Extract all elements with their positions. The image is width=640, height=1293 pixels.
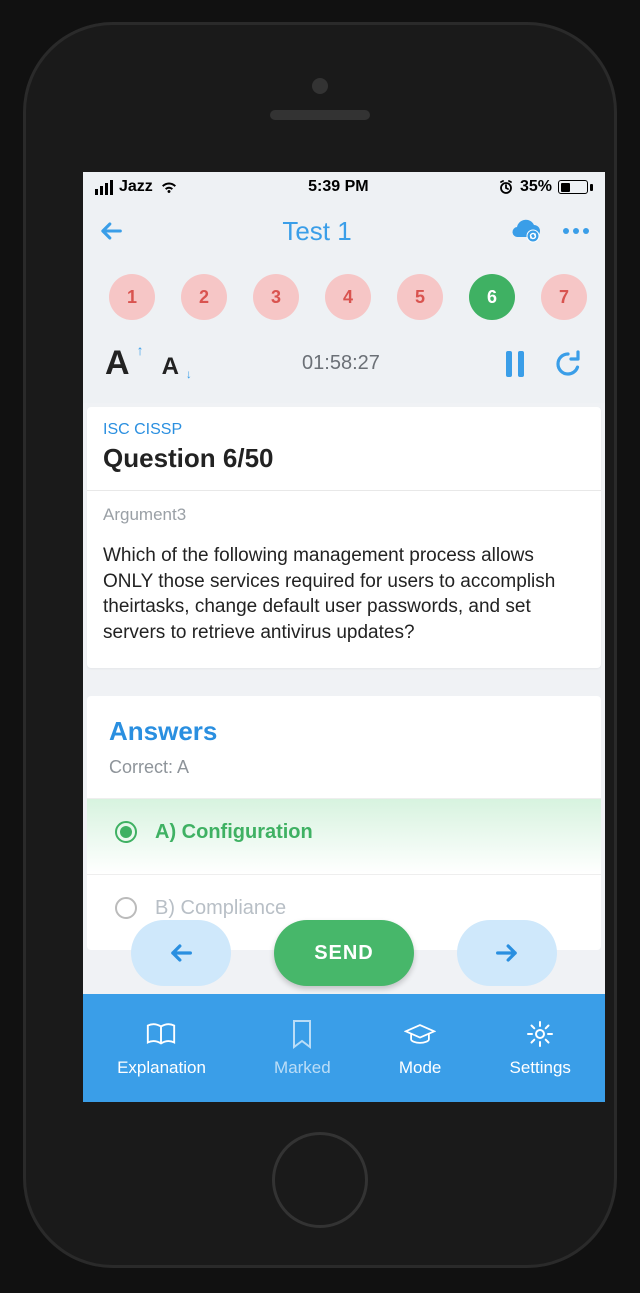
navbar: Test 1 [83, 202, 605, 260]
carrier-label: Jazz [119, 178, 153, 196]
pause-icon [503, 349, 527, 379]
answers-heading: Answers [109, 716, 579, 747]
front-camera [312, 78, 328, 94]
answer-text: B) Compliance [155, 897, 286, 920]
timer-label: 01:58:27 [179, 352, 503, 375]
screen: Jazz 5:39 PM 35% [83, 172, 605, 1102]
device-frame: Jazz 5:39 PM 35% [0, 0, 640, 1293]
course-label: ISC CISSP [103, 421, 585, 439]
question-number-6[interactable]: 6 [469, 274, 515, 320]
restart-button[interactable] [553, 349, 583, 379]
more-horizontal-icon [561, 227, 591, 235]
question-card: ISC CISSP Question 6/50 Argument3 Which … [87, 407, 601, 668]
radio-icon [115, 897, 137, 919]
send-button[interactable]: SEND [274, 920, 414, 986]
cloud-sync-button[interactable] [509, 217, 543, 245]
restart-icon [553, 349, 583, 379]
next-button[interactable] [457, 920, 557, 986]
bottom-nav: Explanation Marked Mode [83, 994, 605, 1102]
nav-explanation[interactable]: Explanation [117, 1018, 206, 1078]
speaker [270, 110, 370, 120]
question-number-4[interactable]: 4 [325, 274, 371, 320]
controls-row: A A 01:58:27 [83, 334, 605, 403]
nav-marked-label: Marked [274, 1058, 331, 1078]
nav-mode-label: Mode [399, 1058, 442, 1078]
correct-label: Correct: A [109, 757, 579, 778]
send-button-label: SEND [314, 942, 374, 965]
home-button[interactable] [272, 1132, 368, 1228]
page-title: Test 1 [125, 216, 509, 247]
nav-mode[interactable]: Mode [399, 1018, 442, 1078]
wifi-icon [159, 180, 179, 194]
nav-marked[interactable]: Marked [274, 1018, 331, 1078]
question-title: Question 6/50 [103, 443, 585, 474]
bookmark-icon [286, 1018, 318, 1050]
back-button[interactable] [97, 217, 125, 245]
arrow-left-icon [164, 939, 198, 967]
argument-label: Argument3 [103, 505, 585, 525]
book-icon [145, 1018, 177, 1050]
question-text: Which of the following management proces… [103, 543, 585, 646]
nav-settings[interactable]: Settings [510, 1018, 571, 1078]
status-bar: Jazz 5:39 PM 35% [83, 172, 605, 202]
arrow-left-icon [97, 217, 125, 245]
question-number-3[interactable]: 3 [253, 274, 299, 320]
arrow-right-icon [490, 939, 524, 967]
question-number-5[interactable]: 5 [397, 274, 443, 320]
radio-icon [115, 821, 137, 843]
more-button[interactable] [561, 227, 591, 235]
question-number-7[interactable]: 7 [541, 274, 587, 320]
divider [87, 490, 601, 491]
battery-pct-label: 35% [520, 178, 552, 196]
question-number-strip[interactable]: 1234567 [83, 260, 605, 334]
graduation-cap-icon [404, 1018, 436, 1050]
action-row: SEND [83, 920, 605, 986]
answer-text: A) Configuration [155, 821, 313, 844]
nav-settings-label: Settings [510, 1058, 571, 1078]
font-increase-button[interactable]: A [105, 344, 130, 383]
pause-button[interactable] [503, 349, 527, 379]
alarm-icon [498, 179, 514, 195]
cloud-sync-icon [509, 217, 543, 245]
font-decrease-button[interactable]: A [162, 353, 179, 381]
prev-button[interactable] [131, 920, 231, 986]
signal-icon [95, 180, 113, 195]
nav-explanation-label: Explanation [117, 1058, 206, 1078]
answer-option-0[interactable]: A) Configuration [87, 798, 601, 874]
question-number-1[interactable]: 1 [109, 274, 155, 320]
question-number-2[interactable]: 2 [181, 274, 227, 320]
phone-body: Jazz 5:39 PM 35% [23, 22, 617, 1268]
battery-icon [558, 180, 593, 194]
gear-icon [524, 1018, 556, 1050]
answers-card: Answers Correct: A A) Configuration B) Co… [87, 696, 601, 950]
clock-label: 5:39 PM [179, 178, 498, 196]
